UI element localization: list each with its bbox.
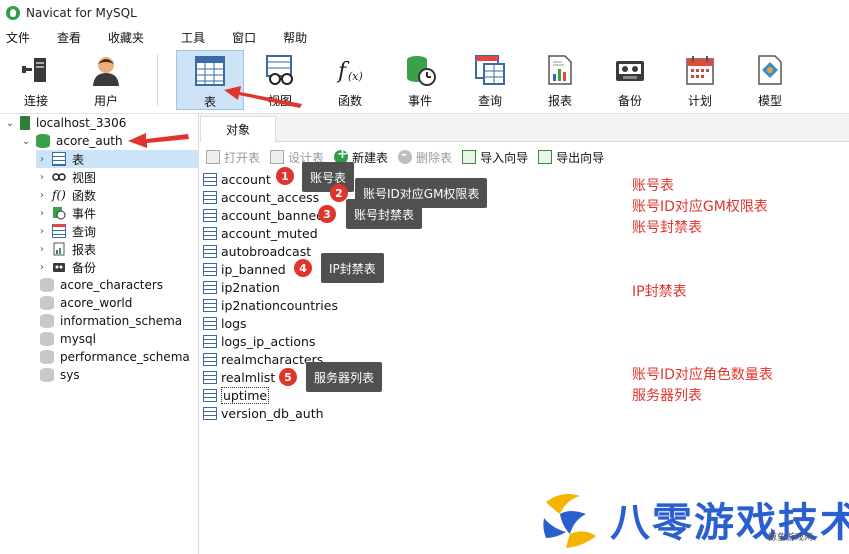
table-name: autobroadcast (221, 243, 312, 259)
table-name: account_banned (221, 207, 325, 223)
table-name: uptime (221, 386, 270, 404)
table-icon (203, 244, 217, 258)
note-text: 服务器列表 (632, 388, 702, 404)
annotation-badge: 1 (276, 167, 294, 185)
list-item[interactable]: account_muted (203, 224, 318, 242)
note-text: 账号ID对应角色数量表 (632, 367, 773, 383)
list-item[interactable]: ip2nationcountries (203, 296, 338, 314)
annotation-badge: 5 (279, 368, 297, 386)
open-table-label: 打开表 (224, 150, 261, 165)
table-icon (203, 298, 217, 312)
arrow-to-table-button (224, 86, 302, 108)
design-table-icon (270, 150, 285, 164)
list-item[interactable]: logs_ip_actions (203, 332, 315, 350)
export-wizard-label: 导出向导 (556, 150, 605, 165)
list-item[interactable]: ip_banned (203, 260, 286, 278)
watermark-small-text: 鲸鱼游戏网 (768, 533, 814, 543)
list-item[interactable]: ip2nation (203, 278, 280, 296)
table-name: ip_banned (221, 261, 286, 277)
table-name: ip2nation (221, 279, 280, 295)
list-item[interactable]: version_db_auth (203, 404, 324, 422)
import-wizard-label: 导入向导 (480, 150, 529, 165)
table-icon (203, 208, 217, 222)
open-table-button[interactable]: 打开表 (206, 149, 260, 166)
table-name: ip2nationcountries (221, 297, 338, 313)
tab-objects[interactable]: 对象 (200, 116, 276, 142)
table-name: account (221, 171, 271, 187)
remove-icon (398, 147, 413, 164)
list-item[interactable]: uptime (203, 386, 270, 404)
delete-table-label: 删除表 (416, 150, 453, 165)
annotation-callout: 服务器列表 (306, 362, 383, 392)
watermark-text: 八零游戏技术 (610, 500, 849, 546)
table-icon (203, 388, 217, 402)
list-item[interactable]: autobroadcast (203, 242, 311, 260)
table-icon (203, 280, 217, 294)
annotation-callout: IP封禁表 (321, 253, 384, 283)
list-item[interactable]: logs (203, 314, 247, 332)
table-icon (203, 406, 217, 420)
table-icon (203, 190, 217, 204)
table-icon (203, 316, 217, 330)
table-icon (203, 172, 217, 186)
note-text: 账号封禁表 (632, 220, 702, 236)
note-text: 账号ID对应GM权限表 (632, 199, 768, 215)
table-icon (203, 226, 217, 240)
import-icon (462, 150, 477, 164)
delete-table-button[interactable]: 删除表 (398, 147, 453, 166)
note-text: IP封禁表 (632, 284, 687, 300)
table-icon (203, 262, 217, 276)
object-toolbar: 打开表 设计表 新建表 删除表 导入向导 导出向导 (200, 146, 849, 168)
export-wizard-button[interactable]: 导出向导 (538, 149, 604, 166)
table-name: account_muted (221, 225, 318, 241)
table-icon (203, 352, 217, 366)
annotation-badge: 3 (318, 205, 336, 223)
annotation-callout: 账号封禁表 (346, 199, 423, 229)
list-item[interactable]: realmlist (203, 368, 275, 386)
watermark: 八零游戏技术 鲸鱼游戏网 (540, 488, 849, 554)
table-icon (203, 370, 217, 384)
open-table-icon (206, 150, 220, 164)
tab-bar: 对象 (200, 114, 849, 142)
list-item[interactable]: account_banned (203, 206, 324, 224)
table-name: logs (221, 315, 247, 331)
table-name: logs_ip_actions (221, 333, 316, 349)
new-table-label: 新建表 (352, 150, 389, 165)
note-text: 账号表 (632, 178, 674, 194)
table-name: realmlist (221, 369, 276, 385)
table-icon (203, 334, 217, 348)
import-wizard-button[interactable]: 导入向导 (462, 149, 528, 166)
annotation-badge: 4 (294, 259, 312, 277)
arrow-to-database (128, 133, 189, 148)
export-icon (538, 150, 553, 164)
watermark-logo-icon (540, 488, 600, 550)
list-item[interactable]: account (203, 170, 271, 188)
table-name: version_db_auth (221, 405, 324, 421)
